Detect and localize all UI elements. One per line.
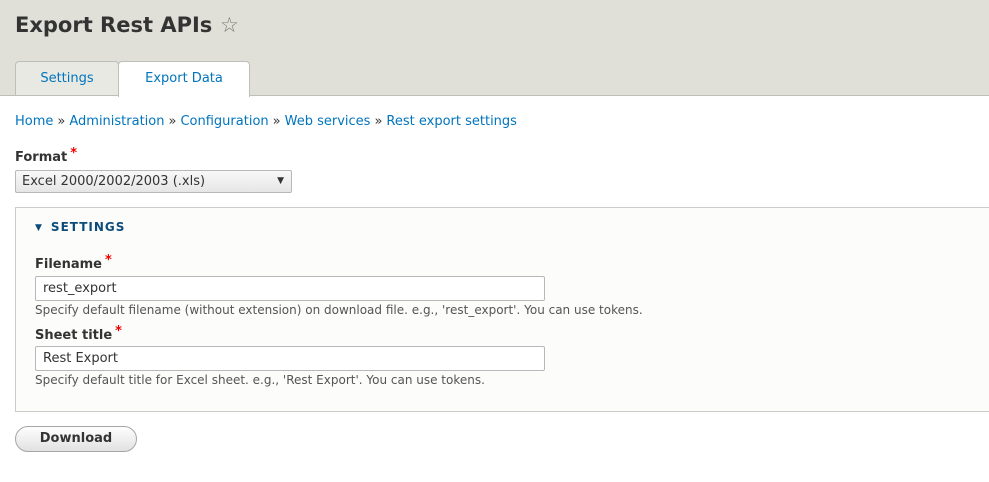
filename-description: Specify default filename (without extens… — [35, 303, 643, 317]
chevron-down-icon: ▼ — [277, 176, 284, 186]
sheet-title-description: Specify default title for Excel sheet. e… — [35, 373, 485, 387]
format-label: Format * — [15, 146, 78, 167]
breadcrumb-separator: » — [168, 114, 177, 129]
filename-label: Filename * — [35, 253, 112, 274]
sheet-title-label: Sheet title * — [35, 324, 122, 345]
format-select[interactable]: Excel 2000/2002/2003 (.xls) ▼ — [15, 170, 292, 193]
breadcrumb: Home» Administration» Configuration» Web se… — [15, 113, 517, 131]
download-button[interactable]: Download — [15, 426, 137, 452]
format-select-value: Excel 2000/2002/2003 (.xls) — [22, 174, 206, 189]
breadcrumb-separator: » — [374, 114, 383, 129]
tab-export-data[interactable]: Export Data — [118, 61, 250, 97]
breadcrumb-administration[interactable]: Administration — [69, 114, 164, 129]
page-title: Export Rest APIs — [15, 13, 213, 37]
breadcrumb-rest-export-settings[interactable]: Rest export settings — [386, 114, 517, 129]
format-label-text: Format — [15, 150, 68, 165]
sheet-title-label-text: Sheet title — [35, 328, 113, 343]
required-marker: * — [115, 324, 122, 339]
sheet-title-input[interactable] — [35, 346, 545, 371]
breadcrumb-web-services[interactable]: Web services — [285, 114, 371, 129]
triangle-down-icon: ▼ — [35, 223, 43, 233]
filename-label-text: Filename — [35, 257, 102, 272]
breadcrumb-home[interactable]: Home — [15, 114, 53, 129]
tab-settings[interactable]: Settings — [15, 61, 119, 95]
page-header: Export Rest APIs ☆ Settings Export Data — [0, 0, 989, 97]
required-marker: * — [105, 253, 112, 268]
settings-legend: SETTINGS — [50, 220, 126, 234]
required-marker: * — [70, 146, 78, 161]
breadcrumb-separator: » — [57, 114, 66, 129]
filename-input[interactable] — [35, 276, 545, 301]
star-icon[interactable]: ☆ — [220, 10, 239, 40]
settings-toggle[interactable]: ▼ SETTINGS — [35, 218, 125, 238]
breadcrumb-configuration[interactable]: Configuration — [180, 114, 268, 129]
breadcrumb-separator: » — [272, 114, 281, 129]
